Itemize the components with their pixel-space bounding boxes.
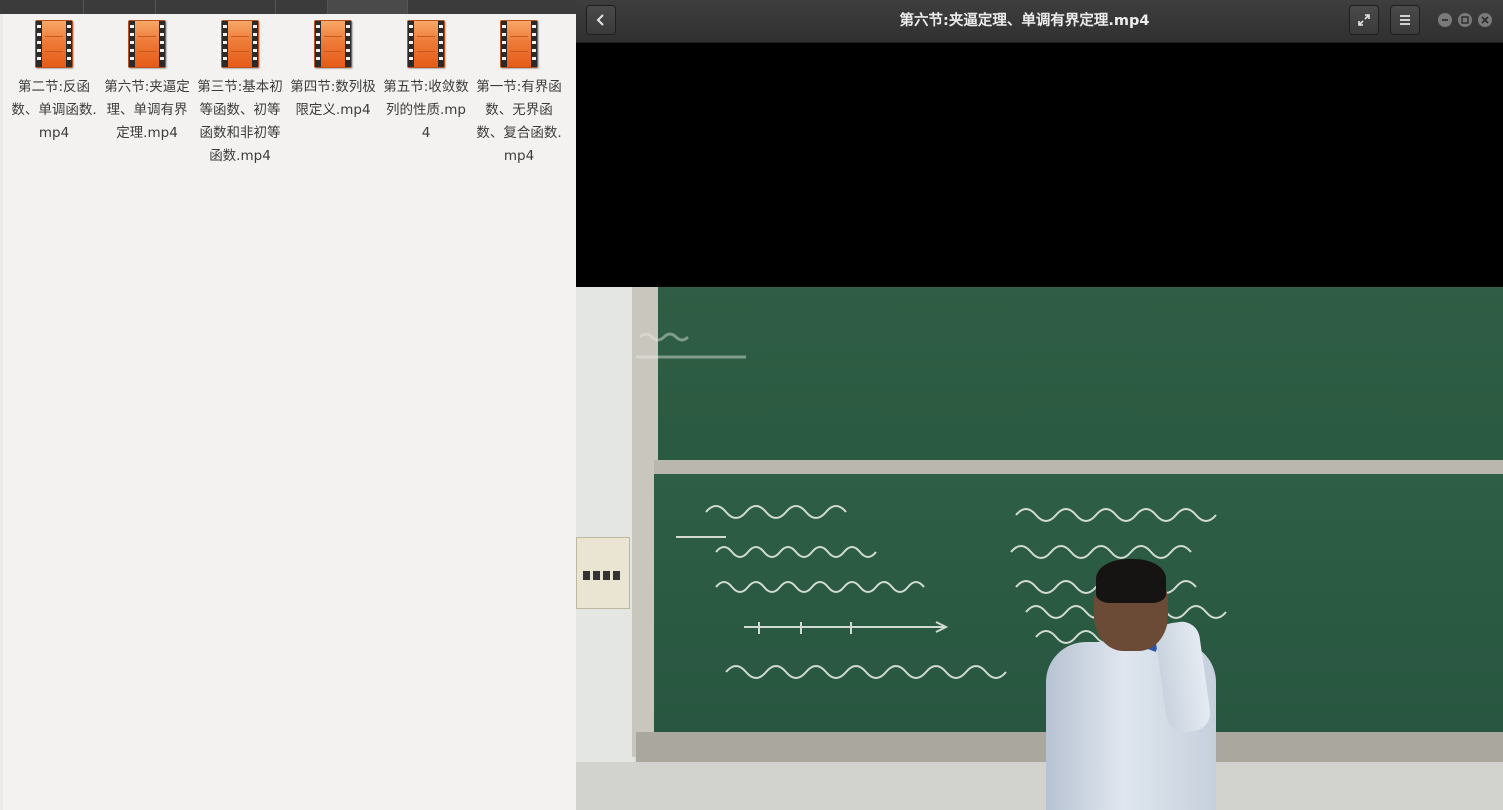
tab[interactable] [0, 0, 84, 14]
file-name: 第一节:有界函数、无界函数、复合函数.mp4 [476, 79, 562, 164]
tab[interactable] [156, 0, 276, 14]
fullscreen-button[interactable] [1349, 5, 1379, 35]
chalk-writing [676, 505, 1227, 679]
file-item[interactable]: 第三节:基本初等函数、初等函数和非初等函数.mp4 [197, 18, 283, 168]
file-item[interactable]: 第四节:数列极限定义.mp4 [290, 18, 376, 122]
maximize-button[interactable] [1458, 13, 1472, 27]
video-area[interactable] [576, 43, 1503, 810]
video-player-window: 第六节:夹逼定理、单调有界定理.mp4 [576, 0, 1503, 810]
file-name: 第六节:夹逼定理、单调有界定理.mp4 [104, 79, 190, 141]
video-file-icon [407, 20, 445, 68]
tab[interactable] [276, 0, 328, 14]
tab[interactable] [84, 0, 156, 14]
file-name: 第二节:反函数、单调函数.mp4 [11, 79, 97, 141]
file-icon-view[interactable]: 第二节:反函数、单调函数.mp4 第六节:夹逼定理、单调有界定理.mp4 第三节… [3, 14, 576, 810]
back-button[interactable] [586, 5, 616, 35]
video-file-icon [500, 20, 538, 68]
window-title: 第六节:夹逼定理、单调有界定理.mp4 [899, 13, 1150, 29]
minimize-button[interactable] [1438, 13, 1452, 27]
file-manager-window: 第二节:反函数、单调函数.mp4 第六节:夹逼定理、单调有界定理.mp4 第三节… [0, 0, 576, 810]
file-item[interactable]: 第六节:夹逼定理、单调有界定理.mp4 [104, 18, 190, 145]
maximize-icon [1461, 16, 1469, 24]
video-file-icon [314, 20, 352, 68]
file-manager-tab-bar [0, 0, 576, 14]
video-frame [576, 287, 1503, 810]
file-name: 第三节:基本初等函数、初等函数和非初等函数.mp4 [197, 79, 283, 164]
minimize-icon [1442, 19, 1448, 21]
file-item[interactable]: 第二节:反函数、单调函数.mp4 [11, 18, 97, 145]
video-file-icon [221, 20, 259, 68]
video-file-icon [35, 20, 73, 68]
file-name: 第五节:收敛数列的性质.mp4 [383, 79, 469, 141]
close-button[interactable] [1478, 13, 1492, 27]
back-arrow-icon [596, 14, 604, 26]
hamburger-menu-icon [1400, 15, 1410, 25]
header-bar: 第六节:夹逼定理、单调有界定理.mp4 [576, 0, 1503, 43]
file-name: 第四节:数列极限定义.mp4 [290, 79, 376, 118]
close-icon [1481, 16, 1489, 24]
tab-active[interactable] [328, 0, 408, 14]
file-item[interactable]: 第一节:有界函数、无界函数、复合函数.mp4 [476, 18, 562, 168]
menu-button[interactable] [1390, 5, 1420, 35]
video-file-icon [128, 20, 166, 68]
file-item[interactable]: 第五节:收敛数列的性质.mp4 [383, 18, 469, 145]
fullscreen-icon [1358, 14, 1370, 26]
